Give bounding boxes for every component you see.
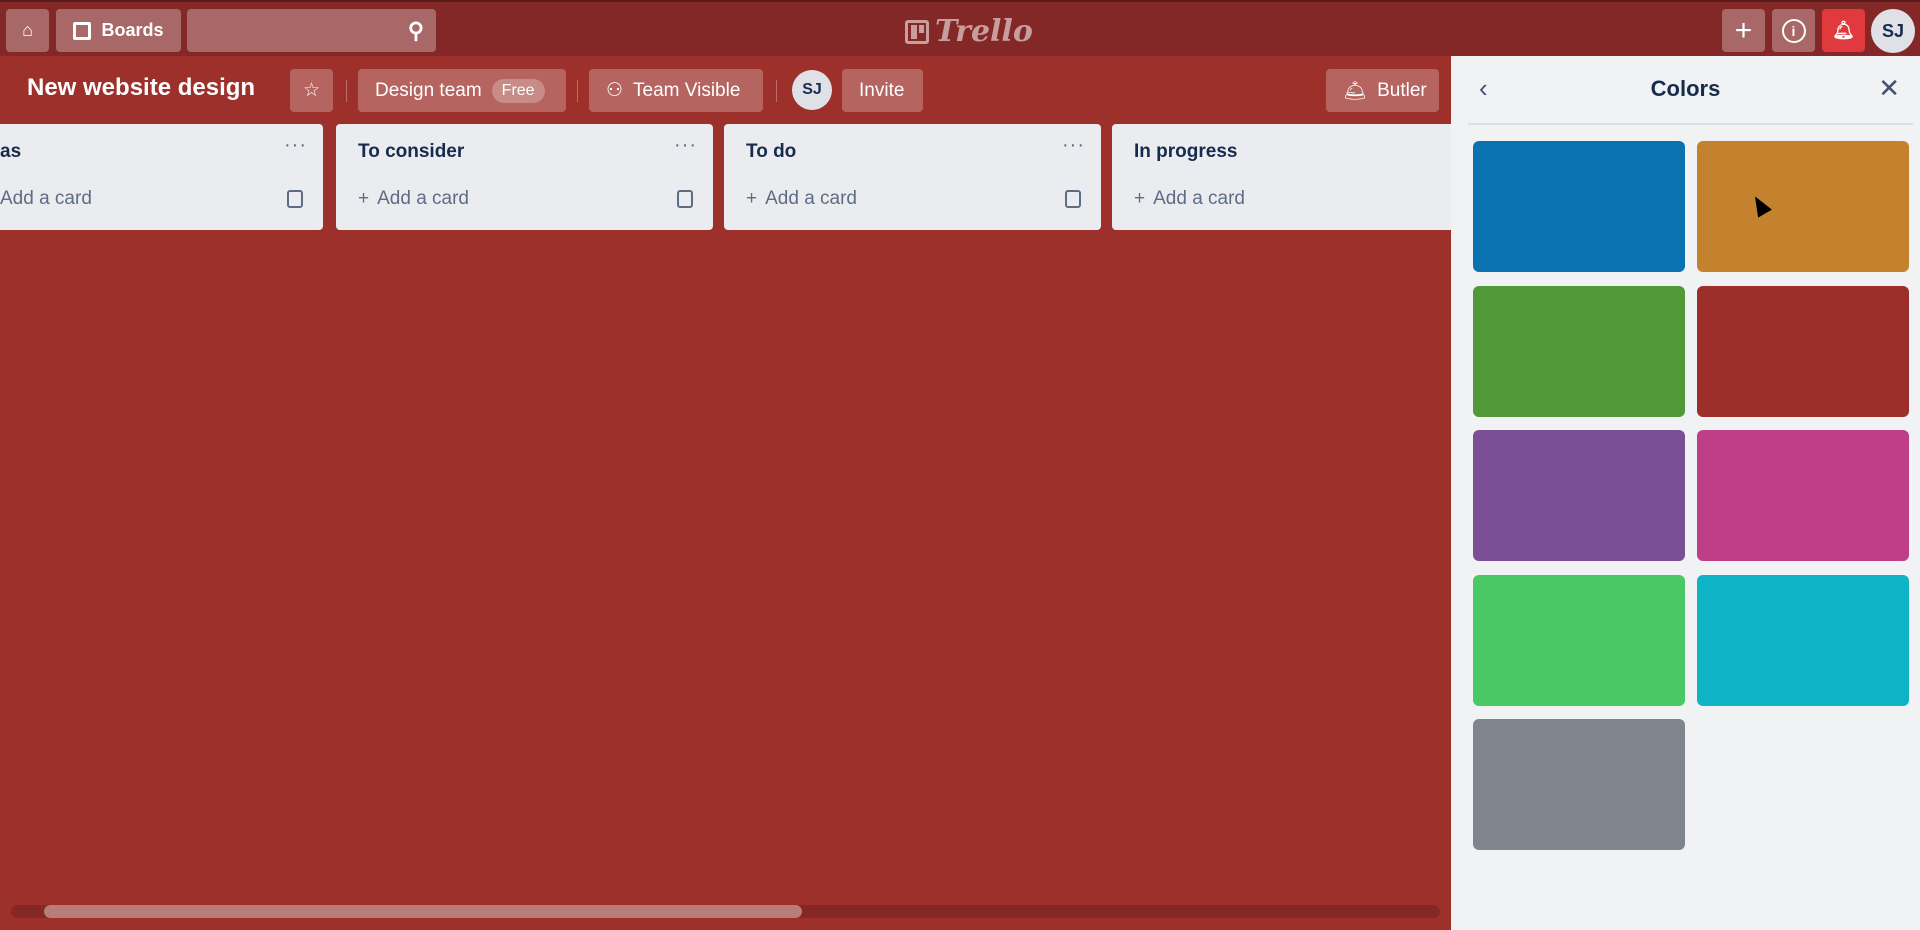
search-icon: ⚲: [407, 17, 424, 43]
invite-button[interactable]: Invite: [842, 69, 923, 112]
add-card-button[interactable]: + Add a card: [746, 188, 857, 210]
visibility-label: Team Visible: [633, 79, 741, 101]
color-swatch[interactable]: [1473, 285, 1685, 417]
color-swatch[interactable]: [1697, 141, 1909, 272]
color-swatch[interactable]: [1473, 574, 1685, 706]
top-navigation-bar: ⌂ Boards ⚲ Trello + i 🔔︎ SJ: [0, 0, 1920, 56]
divider: [1468, 123, 1913, 125]
home-button[interactable]: ⌂: [6, 9, 49, 52]
search-input[interactable]: ⚲: [187, 9, 436, 52]
list-title[interactable]: To do: [746, 141, 796, 163]
divider: [776, 80, 777, 102]
divider: [577, 80, 578, 102]
add-card-button[interactable]: Add a card: [0, 188, 92, 210]
butler-icon: 🛎︎: [1343, 80, 1368, 102]
bell-icon: 🔔︎: [1832, 20, 1855, 40]
list: To do ··· + Add a card: [724, 124, 1101, 230]
home-icon: ⌂: [22, 20, 33, 40]
logo-text: Trello: [935, 14, 1033, 49]
list-menu-icon[interactable]: ···: [1062, 134, 1085, 157]
card-template-icon[interactable]: [1065, 190, 1081, 208]
list-title[interactable]: To consider: [358, 141, 464, 163]
color-swatch[interactable]: [1697, 430, 1909, 561]
add-card-label: Add a card: [1153, 188, 1246, 209]
add-card-label: Add a card: [765, 188, 858, 209]
info-button[interactable]: i: [1772, 9, 1815, 52]
plan-badge: Free: [491, 78, 545, 103]
board-title[interactable]: New website design: [27, 74, 255, 102]
card-template-icon[interactable]: [677, 190, 693, 208]
plus-icon: +: [1134, 188, 1146, 209]
panel-title: Colors: [1650, 76, 1721, 101]
butler-button[interactable]: 🛎︎ Butler: [1326, 69, 1439, 112]
color-swatch[interactable]: [1473, 719, 1685, 850]
visibility-button[interactable]: ⚇ Team Visible: [589, 69, 763, 112]
list: To consider ··· + Add a card: [336, 124, 713, 230]
invite-label: Invite: [859, 79, 905, 101]
card-template-icon[interactable]: [287, 190, 303, 208]
info-icon: i: [1781, 18, 1806, 43]
divider: [346, 80, 347, 102]
team-icon: ⚇: [606, 80, 624, 101]
add-card-button[interactable]: + Add a card: [1134, 188, 1245, 210]
add-card-button[interactable]: + Add a card: [358, 188, 469, 210]
horizontal-scrollbar[interactable]: [11, 905, 1440, 918]
team-button[interactable]: Design team Free: [358, 69, 566, 112]
colors-panel: ‹ Colors ✕: [1451, 56, 1920, 930]
user-avatar[interactable]: SJ: [1871, 9, 1915, 53]
add-card-label: Add a card: [377, 188, 470, 209]
list-menu-icon[interactable]: ···: [284, 134, 307, 157]
boards-label: Boards: [101, 20, 164, 40]
scrollbar-thumb[interactable]: [44, 905, 802, 918]
member-avatar[interactable]: SJ: [792, 70, 832, 110]
team-label: Design team: [375, 79, 482, 101]
color-swatch[interactable]: [1473, 141, 1685, 272]
close-icon[interactable]: ✕: [1878, 73, 1900, 104]
list-title[interactable]: as: [0, 141, 21, 163]
butler-label: Butler: [1377, 79, 1427, 101]
create-button[interactable]: +: [1722, 9, 1765, 52]
plus-icon: +: [1734, 13, 1753, 47]
list-title[interactable]: In progress: [1134, 141, 1237, 163]
color-swatch[interactable]: [1473, 430, 1685, 561]
boards-button[interactable]: Boards: [56, 9, 181, 52]
list-menu-icon[interactable]: ···: [674, 134, 697, 157]
trello-logo[interactable]: Trello: [905, 14, 1033, 49]
add-card-label: Add a card: [0, 188, 92, 209]
plus-icon: +: [358, 188, 370, 209]
notifications-button[interactable]: 🔔︎: [1822, 9, 1865, 52]
list: as ··· Add a card: [0, 124, 323, 230]
star-icon: ☆: [302, 80, 321, 101]
plus-icon: +: [746, 188, 758, 209]
color-swatch[interactable]: [1697, 574, 1909, 706]
list: In progress + Add a card: [1112, 124, 1489, 230]
star-button[interactable]: ☆: [290, 69, 333, 112]
color-swatch[interactable]: [1697, 285, 1909, 417]
boards-icon: [73, 21, 92, 40]
